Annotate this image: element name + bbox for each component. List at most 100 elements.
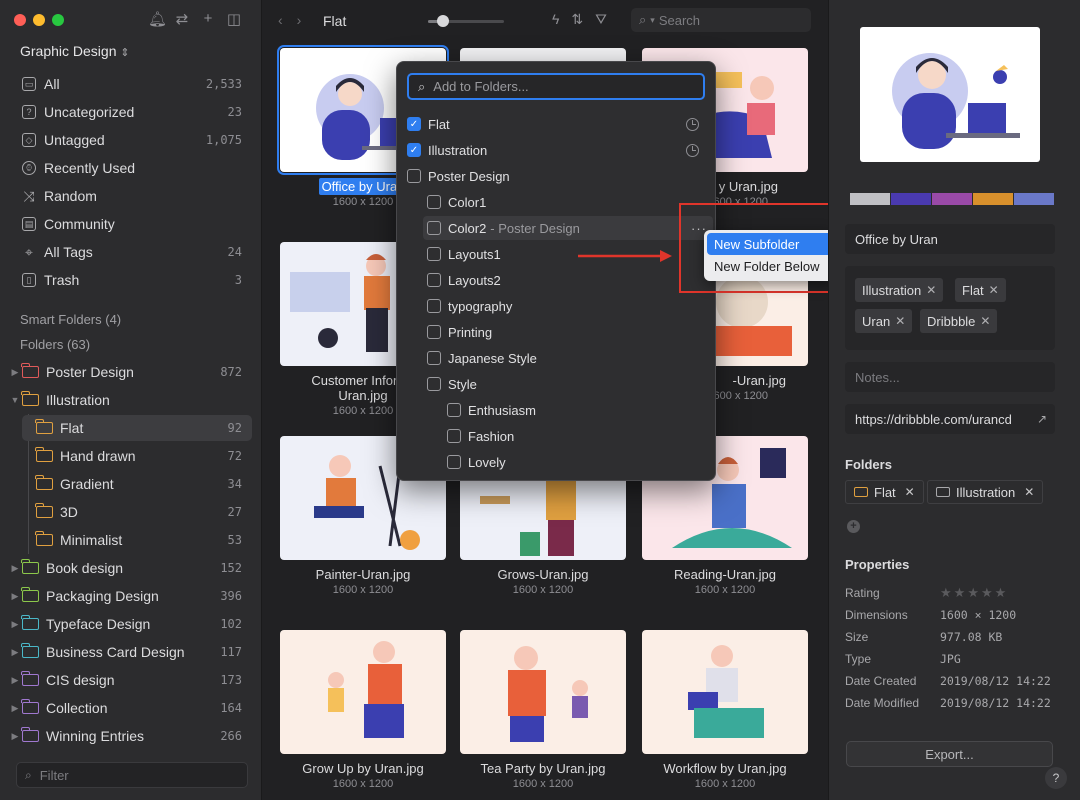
popover-folder-style[interactable]: Style [427, 372, 707, 396]
tag-chip[interactable]: Uran ✕ [855, 309, 913, 333]
folders-header[interactable]: Folders (63) [20, 337, 90, 352]
checkbox[interactable] [427, 221, 441, 235]
zoom-window-button[interactable] [52, 14, 64, 26]
sync-icon[interactable]: ⇄ [174, 10, 190, 28]
checkbox[interactable] [447, 403, 461, 417]
popover-folder-layouts2[interactable]: Layouts2 [427, 268, 707, 292]
chevron-right-icon[interactable]: ▶ [8, 647, 22, 658]
quick-action-icon[interactable]: ϟ [552, 11, 559, 28]
rating-stars[interactable]: ★ ★ ★ ★ ★ [940, 585, 1006, 601]
folder-illustration[interactable]: ▼ Illustration [8, 387, 252, 413]
checkbox[interactable] [427, 273, 441, 287]
filter-input[interactable]: ⌕ Filter [16, 762, 248, 788]
star-icon[interactable]: ★ [995, 585, 1007, 601]
remove-tag-icon[interactable]: ✕ [926, 283, 936, 297]
folder-gradient[interactable]: Gradient 34 [22, 471, 252, 497]
preview-image[interactable] [860, 27, 1040, 162]
asset-card[interactable]: Tea Party by Uran.jpg 1600 x 1200 [460, 630, 626, 790]
tag-chip[interactable]: Dribbble ✕ [920, 309, 998, 333]
checkbox[interactable] [427, 377, 441, 391]
popover-folder-japanese-style[interactable]: Japanese Style [427, 346, 707, 370]
tag-chip[interactable]: Flat ✕ [955, 278, 1006, 302]
asset-thumbnail[interactable] [280, 630, 446, 754]
sidebar-item-recently-used[interactable]: ⌚︎ Recently Used [14, 155, 250, 181]
sidebar-item-random[interactable]: ⤨ Random [14, 183, 250, 209]
folder-chip[interactable]: Illustration ✕ [927, 480, 1044, 504]
asset-title-input[interactable]: Office by Uran [845, 224, 1055, 254]
popover-folder-poster-design[interactable]: Poster Design [407, 164, 707, 188]
popover-folder-illustration[interactable]: ✓ Illustration [407, 138, 707, 162]
sidebar-item-community[interactable]: ▤ Community [14, 211, 250, 237]
folder-minimalist[interactable]: Minimalist 53 [22, 527, 252, 553]
chevron-right-icon[interactable]: ▶ [8, 619, 22, 630]
export-button[interactable]: Export... [846, 741, 1053, 767]
search-input[interactable]: ⌕ ▾ Search [631, 8, 811, 32]
popover-folder-printing[interactable]: Printing [427, 320, 707, 344]
asset-thumbnail[interactable] [460, 630, 626, 754]
smart-folders-header[interactable]: Smart Folders (4) [20, 312, 121, 327]
folder-chip[interactable]: Flat ✕ [845, 480, 924, 504]
thumbnail-size-slider[interactable] [428, 15, 504, 27]
new-folder-below-menu-item[interactable]: New Folder Below [707, 255, 833, 277]
folder-3d[interactable]: 3D 27 [22, 499, 252, 525]
asset-name[interactable]: Office by Uran [318, 178, 408, 195]
bell-icon[interactable]: 🔔︎ [148, 10, 167, 28]
palette-swatch[interactable] [850, 193, 890, 205]
folder-hand-drawn[interactable]: Hand drawn 72 [22, 443, 252, 469]
close-window-button[interactable] [14, 14, 26, 26]
sort-icon[interactable]: ⇅ [571, 11, 583, 28]
folder-packaging-design[interactable]: ▶ Packaging Design 396 [8, 583, 252, 609]
new-subfolder-menu-item[interactable]: New Subfolder [707, 233, 833, 255]
folder-flat[interactable]: Flat 92 [22, 415, 252, 441]
palette-swatch[interactable] [973, 193, 1013, 205]
checkbox[interactable] [427, 325, 441, 339]
asset-card[interactable]: Grow Up by Uran.jpg 1600 x 1200 [280, 630, 446, 790]
star-icon[interactable]: ★ [981, 585, 993, 601]
folder-typeface-design[interactable]: ▶ Typeface Design 102 [8, 611, 252, 637]
sidebar-item-uncategorized[interactable]: ? Uncategorized 23 [14, 99, 250, 125]
tag-chip[interactable]: Illustration ✕ [855, 278, 944, 302]
folder-poster-design[interactable]: ▶ Poster Design 872 [8, 359, 252, 385]
checkbox-checked[interactable]: ✓ [407, 143, 421, 157]
checkbox[interactable] [447, 429, 461, 443]
folder-collection[interactable]: ▶ Collection 164 [8, 695, 252, 721]
popover-folder-enthusiasm[interactable]: Enthusiasm [447, 398, 707, 422]
tags-field[interactable]: Illustration ✕ Flat ✕ Uran ✕ Dribbble ✕ [845, 266, 1055, 350]
popover-folder-flat[interactable]: ✓ Flat [407, 112, 707, 136]
checkbox[interactable] [427, 195, 441, 209]
add-folder-icon[interactable]: + [847, 520, 860, 533]
popover-folder-color2[interactable]: Color2 - Poster Design ··· [423, 216, 713, 240]
back-arrow-icon[interactable]: ‹ [278, 12, 283, 28]
checkbox[interactable] [427, 299, 441, 313]
asset-thumbnail[interactable] [642, 630, 808, 754]
external-link-icon[interactable]: ↗ [1037, 412, 1047, 426]
add-to-folders-search-input[interactable]: ⌕ Add to Folders... [407, 73, 705, 100]
chevron-right-icon[interactable]: ▶ [8, 591, 22, 602]
checkbox-checked[interactable]: ✓ [407, 117, 421, 131]
sidebar-item-all-tags[interactable]: ⌖ All Tags 24 [14, 239, 250, 265]
checkbox[interactable] [447, 455, 461, 469]
popover-folder-color1[interactable]: Color1 [427, 190, 707, 214]
checkbox[interactable] [427, 247, 441, 261]
checkbox[interactable] [407, 169, 421, 183]
remove-tag-icon[interactable]: ✕ [989, 283, 999, 297]
star-icon[interactable]: ★ [954, 585, 966, 601]
chevron-right-icon[interactable]: ▶ [8, 675, 22, 686]
minimize-window-button[interactable] [33, 14, 45, 26]
sidebar-item-trash[interactable]: ▯ Trash 3 [14, 267, 250, 293]
popover-folder-typography[interactable]: typography [427, 294, 707, 318]
chevron-right-icon[interactable]: ▶ [8, 367, 22, 378]
source-url-field[interactable]: https://dribbble.com/urancd ↗ [845, 404, 1055, 434]
star-icon[interactable]: ★ [967, 585, 979, 601]
remove-folder-icon[interactable]: ✕ [1024, 485, 1034, 499]
palette-swatch[interactable] [891, 193, 931, 205]
folder-cis-design[interactable]: ▶ CIS design 173 [8, 667, 252, 693]
help-button[interactable]: ? [1045, 767, 1067, 789]
chevron-right-icon[interactable]: ▶ [8, 731, 22, 742]
remove-tag-icon[interactable]: ✕ [980, 314, 990, 328]
popover-folder-lovely[interactable]: Lovely [447, 450, 707, 474]
palette-swatch[interactable] [932, 193, 972, 205]
popover-folder-fashion[interactable]: Fashion [447, 424, 707, 448]
library-switcher[interactable]: Graphic Design ⇕ [20, 43, 130, 59]
funnel-icon[interactable]: ⛛ [595, 11, 607, 28]
